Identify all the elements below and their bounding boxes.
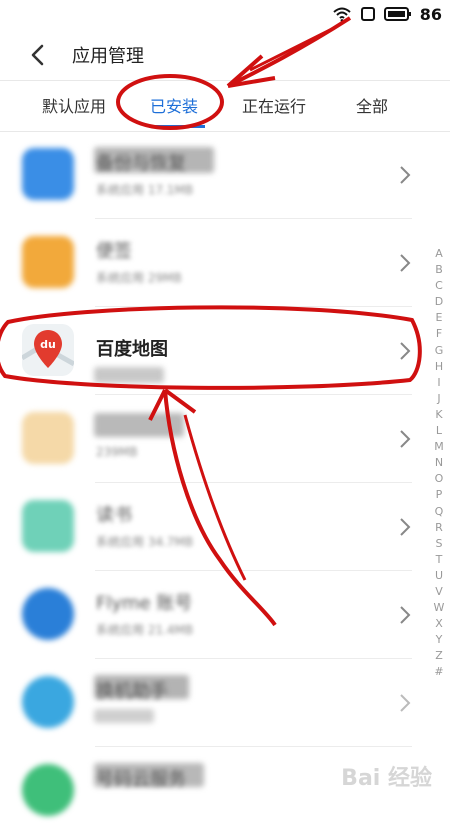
alphabet-index[interactable]: A B C D E F G H I J K L M N O P Q R S T U V W X Y Z # <box>432 246 446 681</box>
alphabet-index-letter[interactable]: B <box>435 262 443 278</box>
alphabet-index-letter[interactable]: P <box>436 487 443 503</box>
alphabet-index-letter[interactable]: # <box>434 664 443 680</box>
chevron-right-icon <box>400 342 411 360</box>
watermark: Bai 经验 <box>341 766 432 791</box>
list-item[interactable]: Flyme 账号 系统应用 21.4MB <box>0 571 450 659</box>
alphabet-index-letter[interactable]: Q <box>435 504 444 520</box>
redaction <box>94 709 154 723</box>
app-meta: 系统应用 34.7MB <box>96 535 194 549</box>
list-item[interactable]: 便签 系统应用 29MB <box>0 219 450 307</box>
redaction <box>94 413 184 437</box>
alphabet-index-letter[interactable]: S <box>436 536 443 552</box>
alphabet-index-letter[interactable]: I <box>437 375 440 391</box>
chevron-left-icon <box>31 44 44 66</box>
chevron-right-icon <box>400 254 411 272</box>
list-item[interactable]: 读书 系统应用 34.7MB <box>0 483 450 571</box>
alphabet-index-letter[interactable]: E <box>436 310 443 326</box>
app-icon <box>22 148 74 200</box>
app-name: 读书 <box>96 505 132 526</box>
app-name: 备份与恢复 <box>96 153 186 174</box>
app-meta: 239MB <box>96 445 138 459</box>
alphabet-index-letter[interactable]: R <box>435 520 443 536</box>
chevron-right-icon <box>400 430 411 448</box>
chevron-right-icon <box>400 606 411 624</box>
active-tab-indicator <box>149 125 205 128</box>
app-name: 号码云服务 <box>96 769 186 790</box>
alphabet-index-letter[interactable]: N <box>435 455 443 471</box>
alphabet-index-letter[interactable]: Z <box>435 648 443 664</box>
sim-icon <box>360 7 375 21</box>
alphabet-index-letter[interactable]: W <box>434 600 445 616</box>
alphabet-index-letter[interactable]: D <box>435 294 443 310</box>
app-icon <box>22 764 74 816</box>
alphabet-index-letter[interactable]: M <box>434 439 444 455</box>
alphabet-index-letter[interactable]: K <box>435 407 442 423</box>
app-name: Flyme 账号 <box>96 593 193 614</box>
app-meta: 系统应用 21.4MB <box>96 623 194 637</box>
alphabet-index-letter[interactable]: A <box>435 246 443 262</box>
alphabet-index-letter[interactable]: T <box>436 552 443 568</box>
alphabet-index-letter[interactable]: G <box>435 343 444 359</box>
tab-installed[interactable]: 已安装 <box>150 93 198 117</box>
app-icon <box>22 588 74 640</box>
status-bar: 86 <box>0 0 450 28</box>
app-meta: 系统应用 17.1MB <box>96 183 194 197</box>
battery-icon <box>383 7 411 21</box>
alphabet-index-letter[interactable]: X <box>435 616 443 632</box>
tab-all[interactable]: 全部 <box>356 93 388 117</box>
alphabet-index-letter[interactable]: L <box>436 423 442 439</box>
app-icon <box>22 236 74 288</box>
chevron-right-icon <box>400 166 411 184</box>
page-title: 应用管理 <box>72 46 144 67</box>
back-button[interactable] <box>22 40 52 70</box>
app-icon <box>22 500 74 552</box>
app-icon <box>22 676 74 728</box>
alphabet-index-letter[interactable]: V <box>435 584 443 600</box>
tab-default-apps[interactable]: 默认应用 <box>42 93 106 117</box>
alphabet-index-letter[interactable]: Y <box>436 632 443 648</box>
chevron-right-icon <box>400 694 411 712</box>
status-icons: 86 <box>332 4 442 24</box>
app-name: 换机助手 <box>96 681 168 702</box>
app-list: 备份与恢复 系统应用 17.1MB 便签 系统应用 29MB du 百度地图 2… <box>0 131 450 835</box>
app-name: 百度地图 <box>96 339 168 360</box>
alphabet-index-letter[interactable]: O <box>435 471 444 487</box>
chevron-right-icon <box>400 518 411 536</box>
tab-running[interactable]: 正在运行 <box>242 93 306 117</box>
header: 应用管理 <box>0 28 450 80</box>
alphabet-index-letter[interactable]: F <box>436 326 442 342</box>
list-item[interactable]: 239MB <box>0 395 450 483</box>
alphabet-index-letter[interactable]: C <box>435 278 443 294</box>
app-icon <box>22 412 74 464</box>
alphabet-index-letter[interactable]: H <box>435 359 443 375</box>
map-pin-icon: du <box>22 324 74 376</box>
battery-level: 86 <box>419 4 442 24</box>
alphabet-index-letter[interactable]: J <box>437 391 440 407</box>
app-meta: 系统应用 29MB <box>96 271 182 285</box>
svg-text:du: du <box>40 338 56 351</box>
list-item-baidu-map[interactable]: du 百度地图 <box>0 307 450 395</box>
list-item[interactable]: 备份与恢复 系统应用 17.1MB <box>0 131 450 219</box>
tab-bar: 默认应用 已安装 正在运行 全部 <box>0 80 450 132</box>
list-item[interactable]: 换机助手 <box>0 659 450 747</box>
redaction <box>94 367 164 383</box>
wifi-icon <box>333 7 351 22</box>
alphabet-index-letter[interactable]: U <box>435 568 443 584</box>
app-name: 便签 <box>96 241 132 262</box>
